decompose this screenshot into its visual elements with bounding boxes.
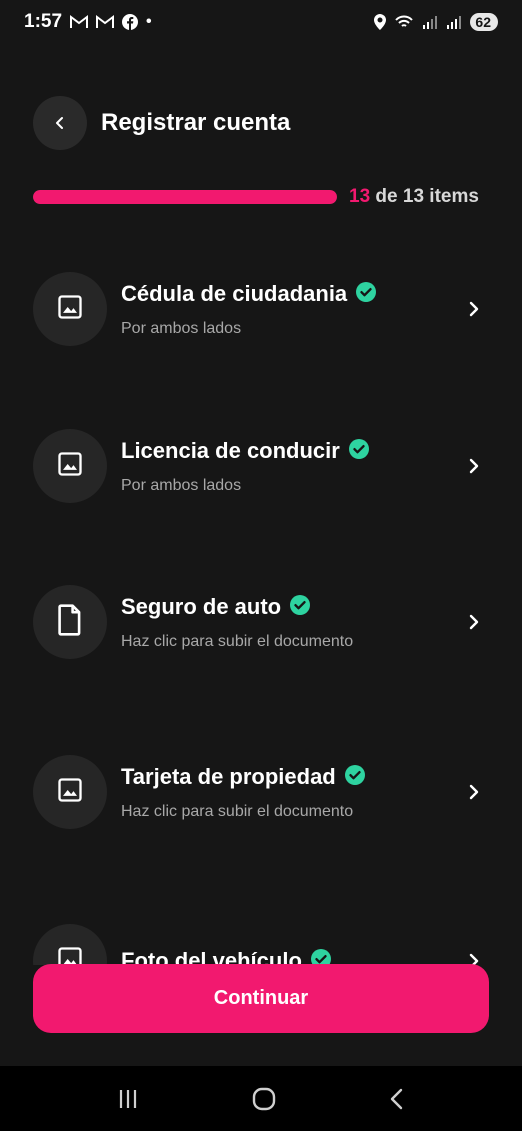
document-title-row: Licencia de conducir <box>121 438 459 465</box>
image-icon <box>56 776 84 809</box>
document-subtitle: Por ambos lados <box>121 319 242 337</box>
continue-button[interactable]: Continuar <box>33 964 489 1033</box>
document-icon-circle <box>33 924 107 965</box>
check-circle-icon <box>348 438 370 465</box>
document-item[interactable]: Licencia de conducir Por ambos lados <box>33 428 489 504</box>
check-circle-icon <box>355 281 377 308</box>
document-title: Foto del vehículo <box>121 948 302 965</box>
document-title-row: Cédula de ciudadania <box>121 281 459 308</box>
check-circle-icon <box>310 948 332 965</box>
back-nav-icon[interactable] <box>388 1087 406 1111</box>
document-item[interactable]: Tarjeta de propiedad Haz clic para subir … <box>33 754 489 830</box>
document-title-row: Seguro de auto <box>121 594 459 621</box>
document-title: Licencia de conducir <box>121 438 340 463</box>
document-list: Cédula de ciudadania Por ambos lados Licen… <box>0 0 522 965</box>
document-text: Cédula de ciudadania Por ambos lados <box>121 281 459 338</box>
document-item[interactable]: Seguro de auto Haz clic para subir el doc… <box>33 584 489 660</box>
recent-apps-icon[interactable] <box>116 1088 140 1110</box>
document-text: Tarjeta de propiedad Haz clic para subir … <box>121 764 459 821</box>
check-circle-icon <box>289 594 311 621</box>
document-title-row: Foto del vehículo <box>121 948 459 965</box>
document-icon-circle <box>33 429 107 503</box>
document-title: Cédula de ciudadania <box>121 281 348 306</box>
file-icon <box>57 603 83 641</box>
document-subtitle: Haz clic para subir el documento <box>121 632 354 650</box>
chevron-right-icon <box>459 300 489 318</box>
document-text: Foto del vehículo <box>121 948 459 965</box>
check-circle-icon <box>344 764 366 791</box>
document-icon-circle <box>33 755 107 829</box>
image-icon <box>56 293 84 326</box>
document-text: Seguro de auto Haz clic para subir el doc… <box>121 594 459 651</box>
document-icon-circle <box>33 585 107 659</box>
document-icon-circle <box>33 272 107 346</box>
document-item[interactable]: Cédula de ciudadania Por ambos lados <box>33 271 489 347</box>
home-icon[interactable] <box>251 1086 277 1112</box>
image-icon <box>56 450 84 483</box>
document-title-row: Tarjeta de propiedad <box>121 764 459 791</box>
document-text: Licencia de conducir Por ambos lados <box>121 438 459 495</box>
image-icon <box>56 945 84 965</box>
document-subtitle: Por ambos lados <box>121 476 242 494</box>
document-title: Tarjeta de propiedad <box>121 764 336 789</box>
chevron-right-icon <box>459 613 489 631</box>
navigation-bar <box>0 1066 522 1131</box>
document-title: Seguro de auto <box>121 594 282 619</box>
document-subtitle: Haz clic para subir el documento <box>121 802 354 820</box>
chevron-right-icon <box>459 783 489 801</box>
document-item[interactable]: Foto del vehículo <box>33 923 489 965</box>
chevron-right-icon <box>459 457 489 475</box>
